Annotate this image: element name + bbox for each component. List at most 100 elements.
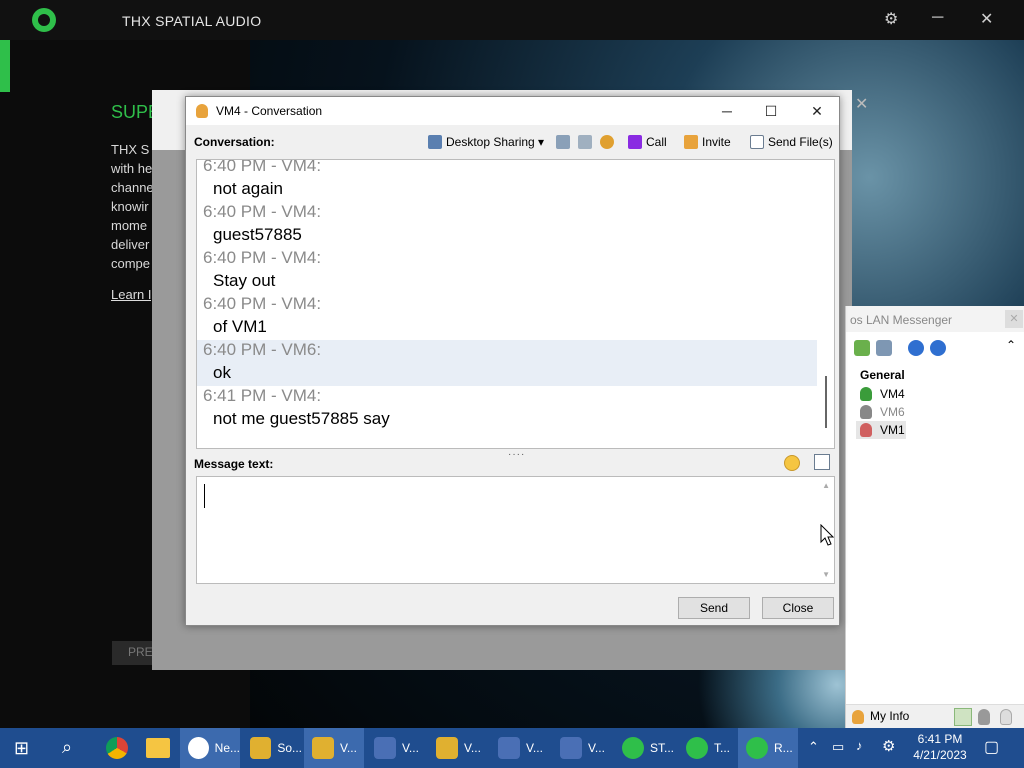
window-title: VM4 - Conversation (216, 104, 323, 118)
close-conversation-button[interactable]: Close (762, 597, 834, 619)
offline-status-icon[interactable] (1000, 709, 1012, 725)
taskbar-label: Ne... (214, 741, 240, 755)
gear-icon (600, 135, 614, 149)
help-icon[interactable] (908, 340, 924, 356)
close-icon[interactable]: ✕ (1005, 310, 1023, 328)
gear-icon[interactable]: ⚙ (884, 9, 898, 29)
scroll-up-icon[interactable]: ▲ (822, 481, 830, 490)
history-button[interactable] (556, 131, 574, 153)
remote-desktop-icon (560, 737, 582, 759)
scroll-down-icon[interactable]: ▼ (822, 570, 830, 579)
taskbar-item[interactable]: R... (738, 728, 798, 768)
windows-start-icon[interactable]: ⊞ (14, 738, 29, 759)
remote-desktop-icon (374, 737, 396, 759)
taskbar-item[interactable]: V... (304, 728, 364, 768)
send-files-label: Send File(s) (768, 135, 833, 149)
send-file-icon (750, 135, 764, 149)
busy-status-icon[interactable] (978, 709, 990, 725)
my-info-button[interactable]: My Info (870, 709, 909, 723)
taskbar-label: V... (588, 741, 605, 755)
taskbar-item[interactable]: ST... (614, 728, 676, 768)
thx-accent-bar (0, 40, 10, 92)
online-status-icon[interactable] (954, 708, 972, 726)
video-camera-icon (628, 135, 642, 149)
taskbar-label: ST... (650, 741, 675, 755)
clock-time: 6:41 PM (917, 732, 963, 746)
message-text: not again (213, 179, 283, 198)
thx-body-line: THX S (111, 142, 150, 157)
thx-body-line: with he (111, 161, 153, 176)
network-icon[interactable]: ▭ (832, 739, 844, 755)
message-header: 6:40 PM - VM4: (203, 159, 322, 175)
taskbar-item[interactable]: V... (428, 728, 488, 768)
gear-icon[interactable]: ⚙ (882, 737, 895, 755)
speaker-icon[interactable]: ♪ (856, 738, 863, 753)
history-icon (556, 135, 570, 149)
contact-item[interactable]: VM1 (856, 421, 906, 439)
send-button[interactable]: Send (678, 597, 750, 619)
attach-file-icon[interactable] (814, 454, 830, 470)
message-header: 6:40 PM - VM4: (203, 294, 322, 313)
invite-button[interactable]: Invite (684, 131, 731, 153)
contact-item[interactable]: VM6 (856, 403, 966, 421)
thx-body-line: deliver (111, 237, 150, 252)
notifications-icon[interactable]: ▢ (984, 737, 999, 757)
thx-body-line: knowir (111, 199, 149, 214)
emoticon-settings-button[interactable] (600, 131, 618, 153)
taskbar-item[interactable]: V... (366, 728, 426, 768)
message-input[interactable]: ▲ ▼ (196, 476, 835, 584)
mouse-pointer-icon (820, 524, 834, 546)
taskbar-item[interactable]: So... (242, 728, 302, 768)
group-label[interactable]: General (860, 368, 905, 382)
folder-icon[interactable] (854, 340, 870, 356)
chrome-icon[interactable] (106, 737, 128, 759)
lan-messenger-window: os LAN Messenger ✕ ⌃ General VM4 VM6 VM1… (845, 306, 1024, 728)
thx-icon (686, 737, 708, 759)
message-header: 6:40 PM - VM4: (203, 248, 322, 267)
emoticon-icon[interactable] (784, 455, 800, 471)
conversation-label: Conversation: (194, 135, 275, 149)
taskbar-item[interactable]: V... (552, 728, 612, 768)
taskbar-item[interactable]: V... (490, 728, 550, 768)
maximize-button[interactable]: ☐ (748, 99, 794, 123)
chevron-up-icon[interactable]: ⌃ (808, 739, 819, 755)
thx-body-line: compe (111, 256, 151, 271)
clock[interactable]: 6:41 PM 4/21/2023 (910, 731, 970, 763)
messenger-icon (312, 737, 334, 759)
close-button[interactable]: ✕ (794, 99, 840, 123)
taskbar-item[interactable]: T... (678, 728, 736, 768)
lan-messenger-titlebar: os LAN Messenger ✕ (846, 306, 1024, 332)
taskbar-item[interactable]: Ne... (180, 728, 240, 768)
background-window-close-icon[interactable]: ✕ (855, 94, 868, 114)
taskbar-label: V... (526, 741, 543, 755)
contact-item[interactable]: VM4 (856, 385, 966, 403)
message-header: 6:41 PM - VM4: (203, 386, 322, 405)
chevron-up-icon[interactable]: ⌃ (1006, 338, 1016, 352)
history-icon[interactable] (876, 340, 892, 356)
invite-users-icon (684, 135, 698, 149)
send-files-button[interactable]: Send File(s) (750, 131, 833, 153)
info-icon[interactable] (930, 340, 946, 356)
messenger-icon (250, 737, 272, 759)
transfers-button[interactable] (578, 131, 596, 153)
desktop-sharing-button[interactable]: Desktop Sharing ▾ (428, 131, 544, 153)
message-header: 6:40 PM - VM4: (203, 202, 322, 221)
thx-logo-icon (32, 8, 56, 32)
conversation-history[interactable]: 6:40 PM - VM4: not again 6:40 PM - VM4: … (196, 159, 835, 449)
minimize-button[interactable]: ─ (932, 9, 943, 27)
taskbar: ⊞ ⌕ Ne... So... V... V... V... V... V...… (0, 728, 1024, 768)
chat-scrollbar-thumb[interactable] (825, 376, 827, 428)
learn-more-link[interactable]: Learn I (111, 287, 151, 302)
conversation-window: VM4 - Conversation ─ ☐ ✕ Conversation: D… (185, 96, 840, 626)
contact-name: VM6 (880, 405, 905, 419)
minimize-button[interactable]: ─ (704, 99, 750, 123)
search-icon[interactable]: ⌕ (62, 737, 72, 758)
call-button[interactable]: Call (628, 131, 667, 153)
taskbar-label: R... (774, 741, 793, 755)
close-button[interactable]: ✕ (980, 9, 993, 29)
splitter-handle[interactable]: ···· (508, 449, 525, 460)
file-explorer-icon[interactable] (146, 738, 170, 758)
chat-scrollbar[interactable] (822, 160, 834, 448)
contact-name: VM4 (880, 387, 905, 401)
lan-messenger-title: os LAN Messenger (850, 313, 953, 327)
